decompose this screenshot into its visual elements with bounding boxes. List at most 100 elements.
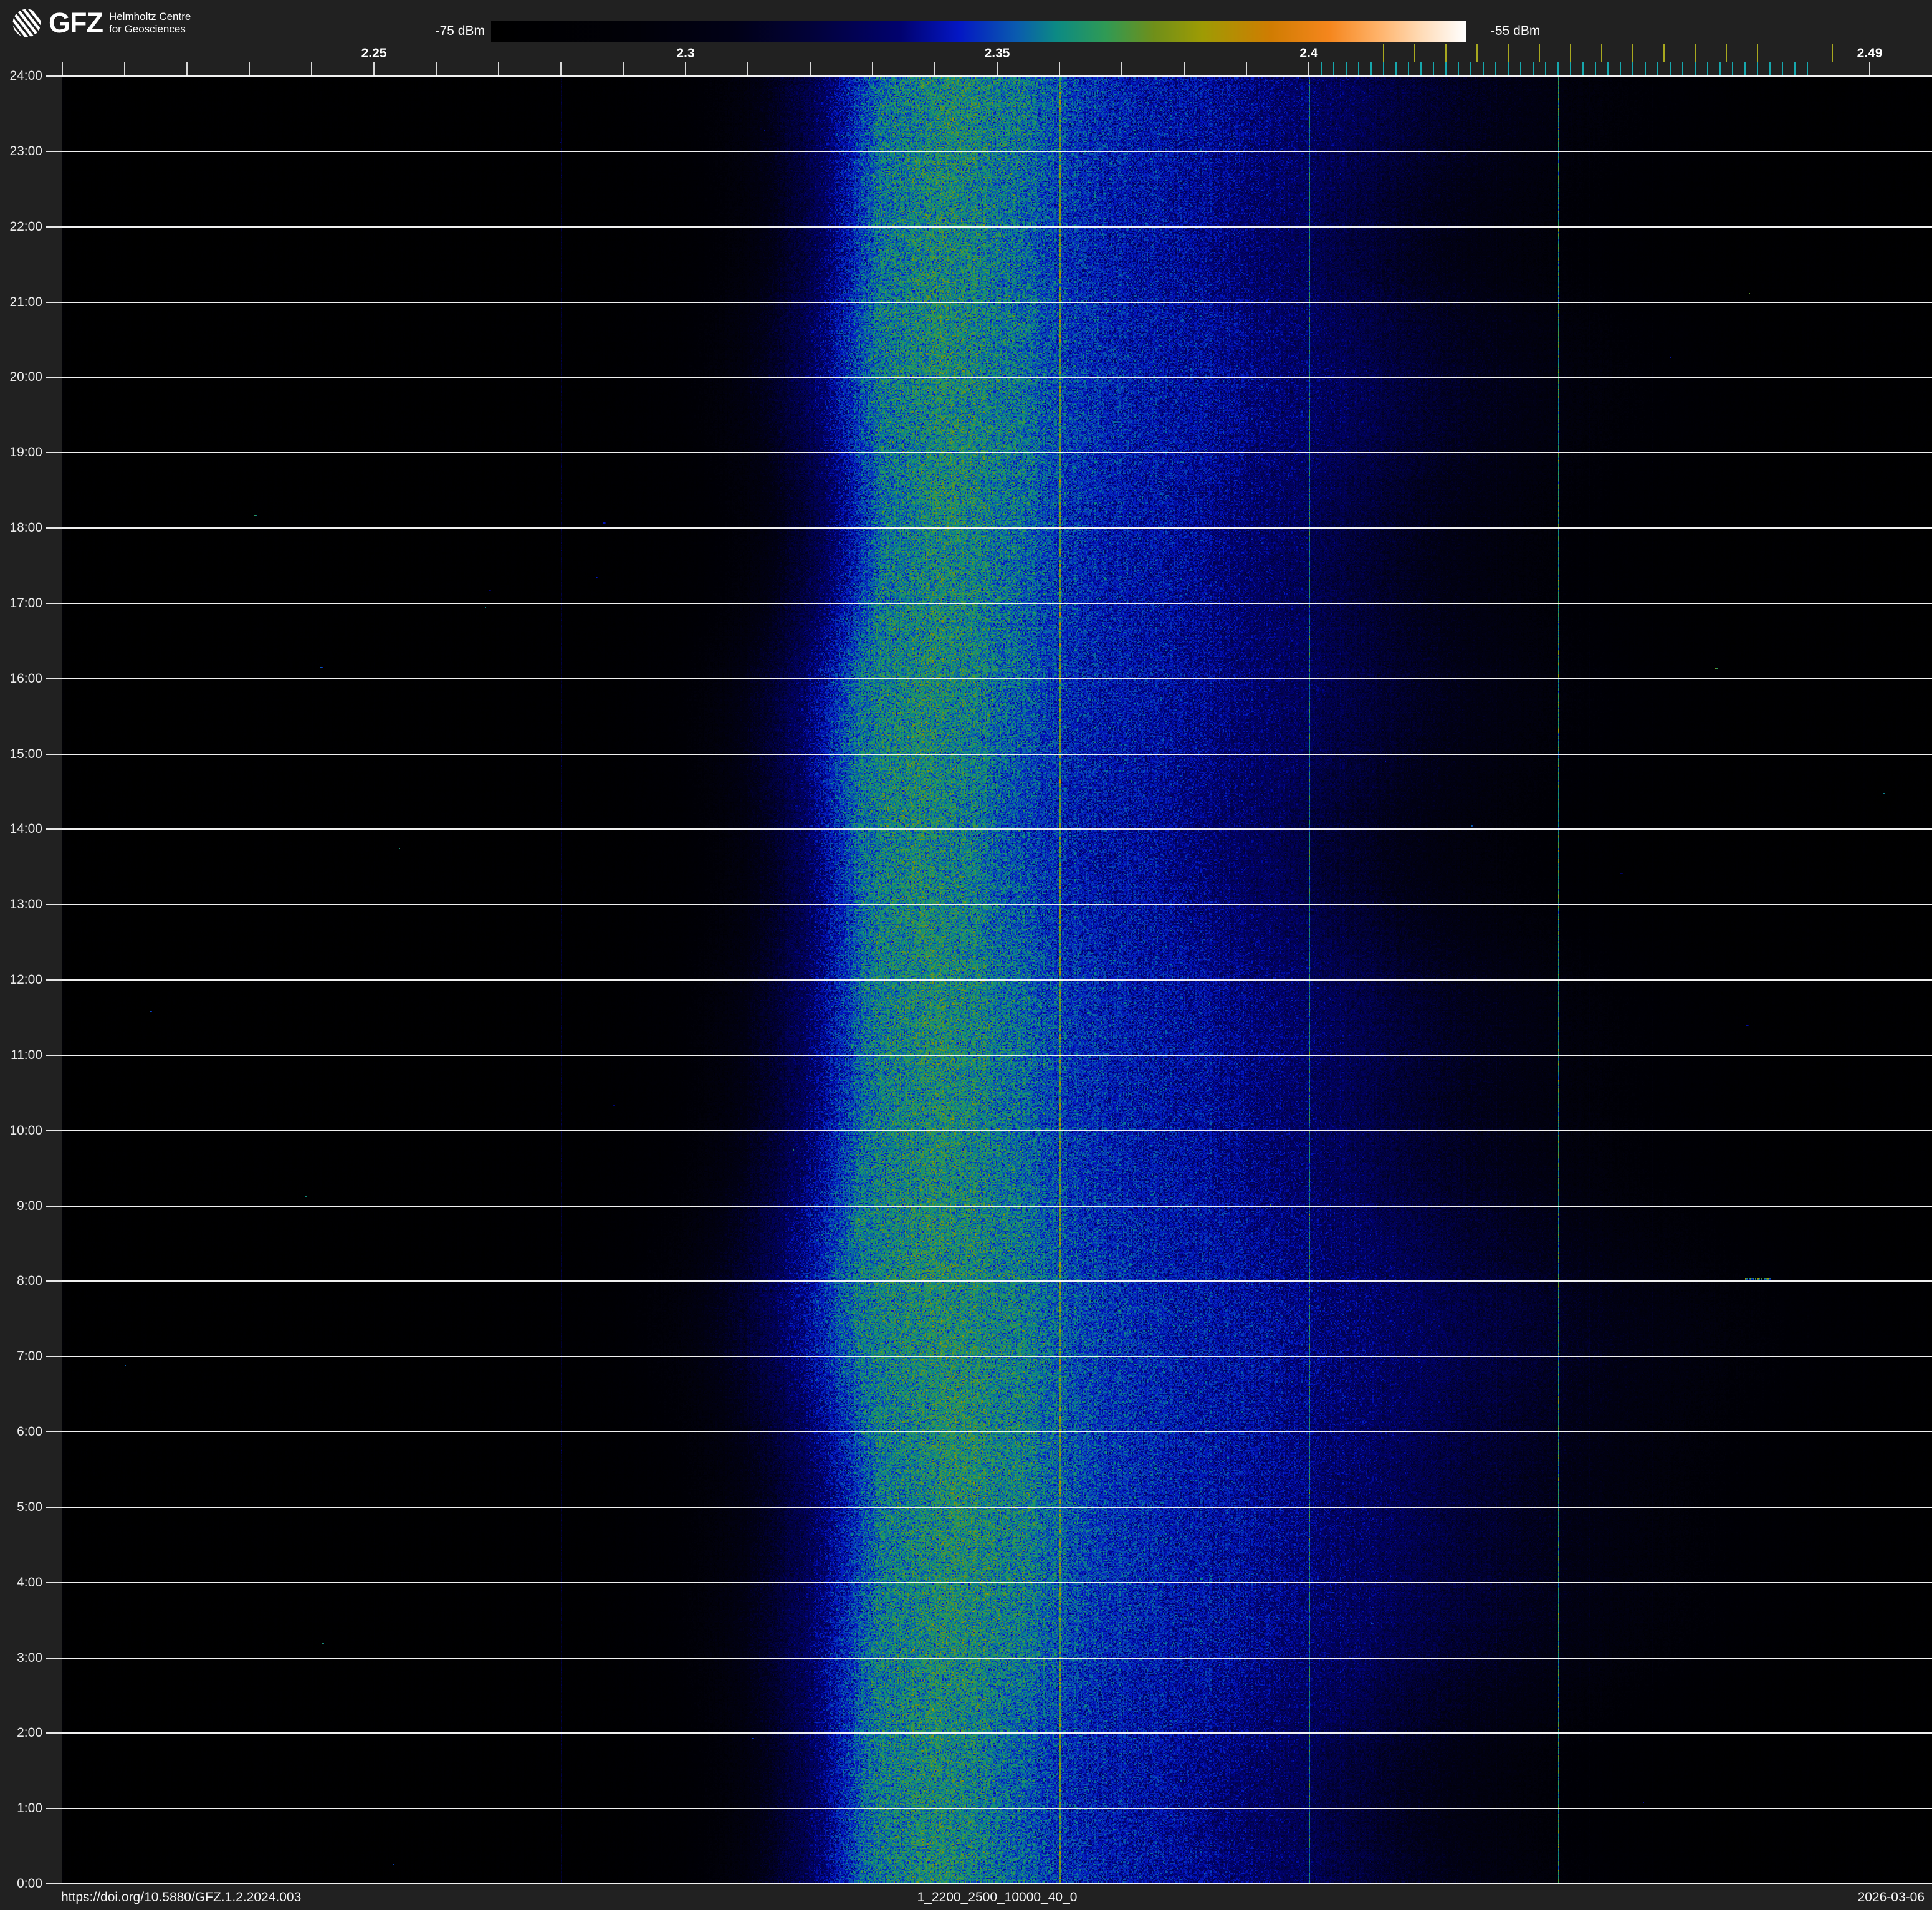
time-tick-label: 21:00 bbox=[9, 294, 42, 309]
time-tick-label: 7:00 bbox=[17, 1349, 42, 1364]
time-tick bbox=[46, 904, 62, 906]
time-tick-label: 24:00 bbox=[9, 69, 42, 83]
freq-tick bbox=[810, 62, 811, 77]
ble-channel-tick bbox=[1620, 62, 1621, 77]
ble-channel-tick bbox=[1570, 62, 1571, 77]
time-tick-label: 5:00 bbox=[17, 1499, 42, 1514]
gfz-logo-icon bbox=[12, 9, 41, 37]
time-tick-label: 1:00 bbox=[17, 1801, 42, 1816]
time-tick bbox=[46, 75, 62, 77]
time-tick bbox=[46, 1883, 62, 1884]
freq-tick bbox=[373, 62, 375, 77]
time-tick bbox=[46, 1356, 62, 1358]
hour-gridline bbox=[62, 1883, 1932, 1884]
ble-channel-tick bbox=[1744, 62, 1746, 77]
time-tick bbox=[46, 678, 62, 679]
ble-channel-tick bbox=[1595, 62, 1596, 77]
ble-channel-tick bbox=[1458, 62, 1459, 77]
time-tick-label: 15:00 bbox=[9, 746, 42, 761]
wifi-channel-tick bbox=[1632, 44, 1633, 62]
time-tick bbox=[46, 377, 62, 378]
freq-tick bbox=[1059, 62, 1060, 77]
freq-tick bbox=[1121, 62, 1122, 77]
ble-channel-tick bbox=[1682, 62, 1683, 77]
hour-gridline bbox=[62, 1130, 1932, 1131]
wifi-channel-tick bbox=[1601, 44, 1602, 62]
freq-tick bbox=[685, 62, 686, 77]
freq-tick bbox=[1246, 62, 1247, 77]
time-tick bbox=[46, 753, 62, 755]
wifi-channel-tick bbox=[1663, 44, 1665, 62]
ble-channel-tick bbox=[1757, 62, 1758, 77]
time-tick-label: 4:00 bbox=[17, 1575, 42, 1590]
date-label: 2026-03-06 bbox=[1857, 1890, 1925, 1904]
ble-channel-tick bbox=[1732, 62, 1733, 77]
ble-channel-tick bbox=[1695, 62, 1696, 77]
gfz-logo-subtitle: Helmholtz Centre for Geosciences bbox=[109, 11, 191, 36]
ble-channel-tick bbox=[1420, 62, 1422, 77]
spectrogram-plot bbox=[62, 75, 1932, 1884]
colorbar-max-label: -55 dBm bbox=[1491, 24, 1541, 38]
ble-channel-tick bbox=[1707, 62, 1708, 77]
gfz-logo-subtitle-line1: Helmholtz Centre bbox=[108, 11, 191, 22]
wifi-channel-tick bbox=[1757, 44, 1758, 62]
time-tick-label: 16:00 bbox=[9, 671, 42, 686]
time-tick bbox=[46, 1506, 62, 1508]
freq-tick bbox=[249, 62, 250, 77]
wifi-channel-tick bbox=[1383, 44, 1384, 62]
time-tick bbox=[46, 226, 62, 228]
time-tick-label: 10:00 bbox=[9, 1123, 42, 1138]
hour-gridline bbox=[62, 1356, 1932, 1358]
freq-tick bbox=[186, 62, 188, 77]
doi-link: https://doi.org/10.5880/GFZ.1.2.2024.003 bbox=[61, 1890, 302, 1904]
hour-gridline bbox=[62, 226, 1932, 228]
hour-gridline bbox=[62, 1054, 1932, 1056]
hour-gridline bbox=[62, 904, 1932, 906]
freq-tick-label: 2.35 bbox=[984, 46, 1010, 60]
ble-channel-tick bbox=[1433, 62, 1434, 77]
freq-tick bbox=[747, 62, 748, 77]
time-tick-label: 22:00 bbox=[9, 219, 42, 234]
ble-channel-tick bbox=[1383, 62, 1384, 77]
time-tick bbox=[46, 602, 62, 604]
hour-gridline bbox=[62, 1280, 1932, 1282]
ble-channel-tick bbox=[1607, 62, 1609, 77]
ble-channel-tick bbox=[1321, 62, 1322, 77]
wifi-channel-tick bbox=[1508, 44, 1509, 62]
ble-channel-tick bbox=[1483, 62, 1484, 77]
hour-gridline bbox=[62, 1431, 1932, 1432]
time-tick-label: 13:00 bbox=[9, 897, 42, 912]
ble-channel-tick bbox=[1533, 62, 1534, 77]
time-tick bbox=[46, 527, 62, 529]
time-tick bbox=[46, 301, 62, 303]
freq-tick bbox=[62, 62, 63, 77]
wifi-channel-tick bbox=[1476, 44, 1478, 62]
freq-tick-label: 2.4 bbox=[1299, 46, 1318, 60]
ble-channel-tick bbox=[1333, 62, 1334, 77]
gfz-logo-brand: GFZ bbox=[49, 7, 103, 39]
ble-channel-tick bbox=[1557, 62, 1559, 77]
freq-tick-label: 2.3 bbox=[676, 46, 695, 60]
footer: https://doi.org/10.5880/GFZ.1.2.2024.003… bbox=[0, 1885, 1932, 1910]
hour-gridline bbox=[62, 828, 1932, 830]
gfz-logo-subtitle-line2: for Geosciences bbox=[108, 23, 186, 35]
time-tick bbox=[46, 150, 62, 152]
ble-channel-tick bbox=[1358, 62, 1359, 77]
freq-tick bbox=[1869, 62, 1870, 77]
hour-gridline bbox=[62, 527, 1932, 529]
hour-gridline bbox=[62, 1506, 1932, 1508]
freq-tick bbox=[934, 62, 935, 77]
hour-gridline bbox=[62, 75, 1932, 77]
time-tick-label: 3:00 bbox=[17, 1650, 42, 1665]
time-tick-label: 19:00 bbox=[9, 445, 42, 460]
freq-tick bbox=[560, 62, 562, 77]
time-tick bbox=[46, 979, 62, 981]
freq-tick bbox=[1308, 62, 1309, 77]
freq-tick bbox=[498, 62, 499, 77]
ble-channel-tick bbox=[1769, 62, 1771, 77]
freq-tick bbox=[124, 62, 125, 77]
time-tick-label: 18:00 bbox=[9, 521, 42, 535]
colorbar-min-label: -75 dBm bbox=[435, 24, 485, 38]
hour-gridline bbox=[62, 1205, 1932, 1207]
hour-gridline bbox=[62, 1732, 1932, 1734]
